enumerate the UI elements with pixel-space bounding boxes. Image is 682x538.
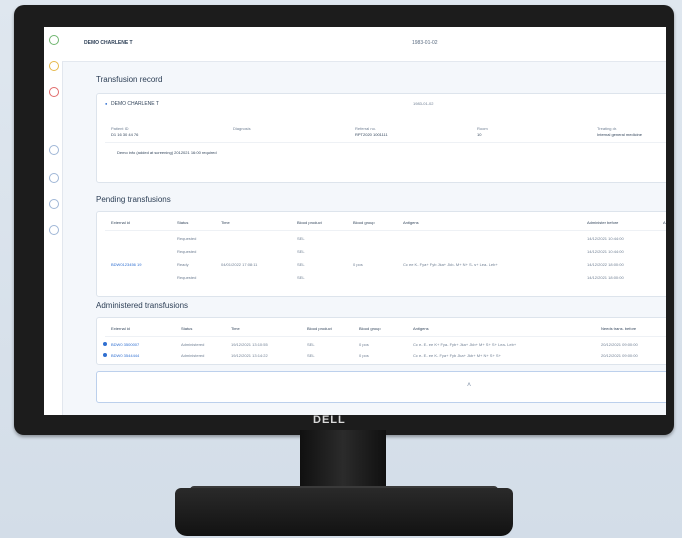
row-status: Requested [177,249,197,254]
clock-icon[interactable] [49,199,59,209]
col-header[interactable]: Time [231,326,240,331]
col-header[interactable]: A [663,220,666,225]
field-label: Room [477,126,488,131]
dell-logo: DELL [313,414,346,426]
monitor-neck [300,430,386,492]
row-before: 20/12/2021 09:00:00 [601,353,638,358]
field-label: Diagnosis [233,126,251,131]
patient-link-icon: ● [105,101,108,106]
header-patient-name: DEMO CHARLENE T [84,40,133,46]
monitor-base [175,488,513,536]
pending-title: Pending transfusions [96,195,171,204]
row-time: 19/12/2021 13:10:55 [231,342,268,347]
row-external-id-link[interactable]: BDW0 3544444 [111,353,139,358]
status-dot-icon [103,342,107,346]
row-product: SEL [297,275,305,280]
row-status: Administered [181,353,205,358]
sidebar [44,27,63,415]
col-header[interactable]: Status [177,220,188,225]
row-product: SEL [307,353,315,358]
row-before: 14/12/2021 10:44:00 [587,236,624,241]
row-external-id-link[interactable]: BDW0123456 19 [111,262,141,267]
row-time: 04/01/2022 17:08:11 [221,262,258,267]
home-icon[interactable] [49,35,59,45]
row-antigens: Cc e- E- ee K- Fya+ Fyb Jka+ Jkb+ M+ N+ … [413,353,501,358]
col-header[interactable]: Time [221,220,230,225]
alert-icon[interactable] [49,87,59,97]
field-label: Patient ID [111,126,129,131]
field-value: Internal general medicine [597,132,642,137]
field-label: Referral no. [355,126,376,131]
row-antigens: Cc ee K- Fya+ Fyb Jka+ Jkb- M+ N+ S- s+ … [403,262,498,267]
chevron-up-icon[interactable]: ˄ [467,382,471,389]
row-time: 19/12/2021 13:14:22 [231,353,268,358]
status-dot-icon [103,353,107,357]
col-header[interactable]: Blood group [353,220,375,225]
expand-panel[interactable]: ˄ [96,371,666,403]
row-antigens: Cc e- E- ee K+ Fya- Fyb+ Jka+ Jkb+ M+ S+… [413,342,517,347]
row-external-id-link[interactable]: BDW0 3500007 [111,342,139,347]
col-header[interactable]: Status [181,326,192,331]
field-value: D1 16 30 44 76 [111,132,139,137]
col-header[interactable]: Antigens [403,220,419,225]
record-patient-name[interactable]: DEMO CHARLENE T [111,101,159,107]
row-before: 14/12/2021 18:00:00 [587,275,624,280]
row-group: 0 pos [359,353,369,358]
row-status: Requested [177,236,197,241]
divider [105,230,666,231]
row-status: Administered [181,342,205,347]
record-dob: 1983-01-02 [413,101,434,106]
record-title: Transfusion record [96,75,163,84]
field-value: 10 [477,132,482,137]
record-note: Demo info (added at screening) 2012021 1… [117,150,217,155]
row-product: SEL [297,249,305,254]
row-before: 20/12/2021 09:00:00 [601,342,638,347]
row-status: Requested [177,275,197,280]
list-icon[interactable] [49,225,59,235]
row-status: Ready [177,262,189,267]
field-value: RPT2020 1001111 [355,132,388,137]
col-header[interactable]: Blood product [307,326,332,331]
row-group: 0 pos [359,342,369,347]
field-label: Treating dr. [597,126,618,131]
row-group: 0 pos [353,262,363,267]
record-card: ● DEMO CHARLENE T 1983-01-02 Patient ID … [96,93,666,183]
top-bar: DEMO CHARLENE T 1983-01-02 [62,27,666,62]
col-header[interactable]: Needs trans. before [601,326,636,331]
col-header[interactable]: Blood group [359,326,381,331]
monitor-bezel: DEMO CHARLENE T 1983-01-02 Transfusion r… [14,5,674,435]
row-product: SEL [297,262,305,267]
col-header[interactable]: External id [111,220,130,225]
col-header[interactable]: Blood product [297,220,322,225]
row-product: SEL [307,342,315,347]
row-before: 14/12/2021 10:44:00 [587,249,624,254]
row-before: 14/12/2022 18:00:00 [587,262,624,267]
col-header[interactable]: External id [111,326,130,331]
row-product: SEL [297,236,305,241]
divider [105,336,666,337]
screen: DEMO CHARLENE T 1983-01-02 Transfusion r… [44,27,666,415]
pending-card: External id Status Time Blood product Bl… [96,211,666,297]
drop-icon[interactable] [49,173,59,183]
administered-card: External id Status Time Blood product Bl… [96,317,666,365]
header-dob: 1983-01-02 [412,40,438,46]
administered-title: Administered transfusions [96,301,189,310]
folder-icon[interactable] [49,61,59,71]
divider [105,142,666,143]
col-header[interactable]: Administer before [587,220,618,225]
col-header[interactable]: Antigens [413,326,429,331]
user-icon[interactable] [49,145,59,155]
